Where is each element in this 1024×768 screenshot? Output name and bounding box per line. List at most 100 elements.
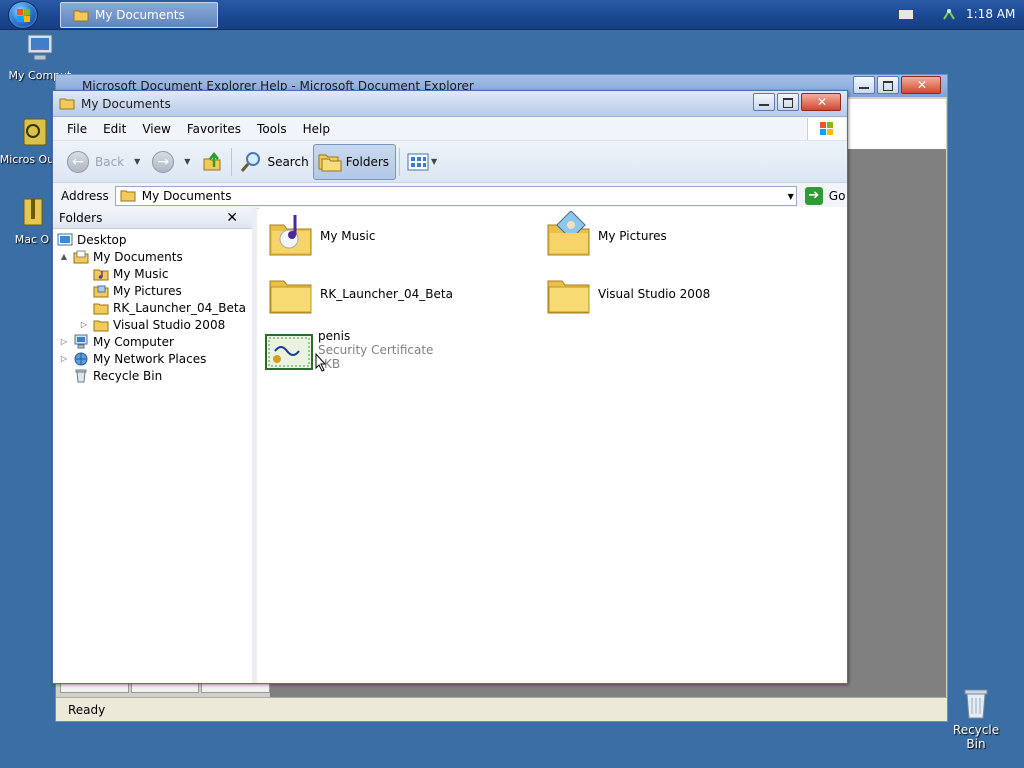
- background-grey-area: [848, 149, 946, 697]
- maximize-button[interactable]: [877, 76, 899, 94]
- network-icon[interactable]: [941, 7, 957, 23]
- file-name: RK_Launcher_04_Beta: [320, 287, 453, 301]
- start-button[interactable]: [8, 1, 38, 29]
- minimize-icon: [759, 98, 769, 106]
- background-panel: [848, 99, 946, 149]
- file-name: penis: [318, 329, 351, 343]
- close-button[interactable]: ✕: [801, 93, 841, 111]
- go-label: Go: [828, 188, 846, 203]
- menu-tools[interactable]: Tools: [249, 122, 295, 136]
- file-size: KB: [324, 357, 341, 371]
- expand-icon[interactable]: ▷: [79, 320, 89, 329]
- toolbar-separator: [231, 147, 233, 176]
- forward-arrow-icon: →: [152, 150, 175, 173]
- views-button[interactable]: ▼: [403, 144, 441, 180]
- toolbar-separator: [399, 147, 401, 176]
- up-folder-button[interactable]: [198, 144, 228, 180]
- tree-item-my-music[interactable]: My Music: [53, 265, 252, 282]
- windows-flag-icon: [807, 118, 845, 140]
- folders-label: Folders: [345, 154, 390, 169]
- explorer-window[interactable]: My Documents ✕ File Edit View Favorites …: [52, 90, 848, 684]
- file-type: Security Certificate: [318, 343, 434, 357]
- address-input[interactable]: My Documents ▼: [114, 185, 797, 206]
- tree-item-desktop[interactable]: Desktop: [53, 231, 252, 248]
- desktop-icon-label: Recycle Bin: [952, 723, 1000, 751]
- tree-item-my-documents[interactable]: ▲ My Documents: [53, 248, 252, 265]
- file-item-my-pictures[interactable]: My Pictures: [545, 211, 667, 259]
- address-dropdown-icon[interactable]: ▼: [788, 192, 794, 201]
- back-dropdown-icon[interactable]: ▼: [134, 157, 140, 166]
- folder-icon: [547, 280, 590, 314]
- pictures-folder-icon: [547, 211, 590, 256]
- folder-icon: [73, 10, 89, 21]
- windows-logo-icon: [17, 9, 31, 23]
- file-item-rk-launcher[interactable]: RK_Launcher_04_Beta: [267, 269, 453, 317]
- menu-file[interactable]: File: [59, 122, 95, 136]
- documents-folder-icon: [73, 250, 89, 263]
- tree-item-visual-studio[interactable]: ▷ Visual Studio 2008: [53, 316, 252, 333]
- folder-icon: [93, 303, 109, 314]
- file-item-visual-studio[interactable]: Visual Studio 2008: [545, 269, 710, 317]
- folder-icon: [93, 320, 109, 331]
- taskbar: My Documents 1:18 AM: [0, 0, 1024, 30]
- go-button[interactable]: ➔ Go: [804, 186, 846, 205]
- outlook-icon: [23, 118, 47, 146]
- close-button[interactable]: ✕: [901, 76, 941, 94]
- address-label: Address: [61, 188, 109, 203]
- address-bar: Address My Documents ▼ ➔ Go: [53, 183, 847, 209]
- back-arrow-icon: ←: [67, 150, 89, 173]
- menu-view[interactable]: View: [134, 122, 178, 136]
- folder-tree: Desktop ▲ My Documents My Music My Pictu…: [53, 229, 252, 384]
- folder-icon: [120, 190, 136, 202]
- folders-button[interactable]: Folders: [312, 143, 397, 180]
- toolbar: ← Back ▼ → ▼ Search Folders ▼: [53, 141, 847, 183]
- music-folder-icon: [93, 269, 109, 280]
- maximize-button[interactable]: [777, 93, 799, 111]
- tree-item-my-pictures[interactable]: My Pictures: [53, 282, 252, 299]
- tree-item-my-network-places[interactable]: ▷ My Network Places: [53, 350, 252, 367]
- minimize-button[interactable]: [853, 76, 875, 94]
- menu-edit[interactable]: Edit: [95, 122, 134, 136]
- folder-icon: [269, 280, 312, 314]
- expand-icon[interactable]: ▷: [59, 337, 69, 346]
- tree-item-my-computer[interactable]: ▷ My Computer: [53, 333, 252, 350]
- tree-item-rk-launcher[interactable]: RK_Launcher_04_Beta: [53, 299, 252, 316]
- search-button[interactable]: Search: [235, 144, 312, 180]
- file-item-my-music[interactable]: My Music: [267, 211, 375, 259]
- zip-file-icon: [23, 198, 43, 226]
- search-label: Search: [267, 154, 309, 169]
- folders-pane: Folders ✕ Desktop ▲ My Documents My Musi…: [53, 207, 257, 683]
- status-bar: Ready: [56, 697, 947, 721]
- clock[interactable]: 1:18 AM: [966, 7, 1015, 21]
- desktop-icon-recycle-bin[interactable]: Recycle Bin: [944, 686, 1008, 751]
- music-folder-icon: [269, 215, 312, 256]
- recycle-bin-icon: [964, 689, 988, 719]
- certificate-icon: [265, 334, 313, 370]
- views-dropdown-icon: ▼: [431, 157, 438, 166]
- views-icon: [407, 153, 429, 170]
- forward-button[interactable]: →: [148, 144, 178, 180]
- mouse-cursor-icon: [315, 353, 327, 372]
- keyboard-icon[interactable]: [898, 9, 914, 20]
- close-icon: ✕: [817, 95, 828, 109]
- menu-favorites[interactable]: Favorites: [179, 122, 249, 136]
- forward-dropdown-icon[interactable]: ▼: [184, 157, 190, 166]
- close-folders-pane-icon[interactable]: ✕: [226, 210, 238, 226]
- taskbar-item-my-documents[interactable]: My Documents: [60, 2, 218, 28]
- collapse-icon[interactable]: ▲: [59, 252, 69, 261]
- folders-pane-title: Folders: [59, 210, 103, 225]
- computer-icon: [74, 334, 88, 348]
- expand-icon[interactable]: ▷: [59, 354, 69, 363]
- content-area: Folders ✕ Desktop ▲ My Documents My Musi…: [53, 207, 847, 683]
- file-name: Visual Studio 2008: [598, 287, 711, 301]
- address-value: My Documents: [141, 188, 232, 203]
- back-button[interactable]: ← Back: [63, 144, 128, 180]
- menu-help[interactable]: Help: [295, 122, 338, 136]
- window-title: My Documents: [81, 96, 171, 111]
- title-bar[interactable]: My Documents ✕: [53, 91, 847, 117]
- minimize-button[interactable]: [753, 93, 775, 111]
- file-item-certificate[interactable]: penis Security Certificate KB: [265, 329, 433, 377]
- tree-item-recycle-bin[interactable]: Recycle Bin: [53, 367, 252, 384]
- file-name: My Music: [320, 229, 376, 243]
- folders-icon: [318, 154, 342, 171]
